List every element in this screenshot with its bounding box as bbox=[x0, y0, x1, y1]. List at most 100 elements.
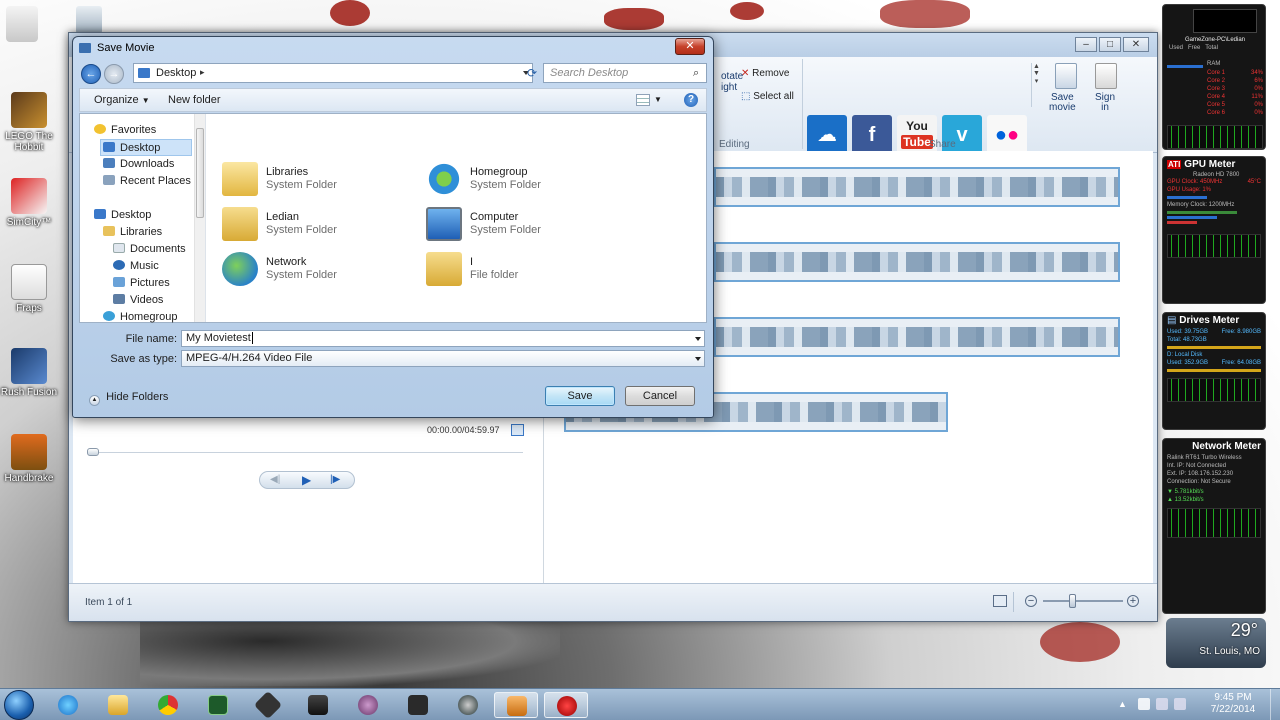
vimeo-icon: v bbox=[956, 124, 968, 146]
zoom-in-icon[interactable]: + bbox=[1127, 595, 1139, 607]
save-movie-button[interactable]: Save movie bbox=[1049, 93, 1076, 113]
seek-thumb[interactable] bbox=[87, 448, 99, 456]
minimize-button[interactable]: – bbox=[1075, 37, 1097, 52]
taskbar-app-5[interactable] bbox=[246, 690, 290, 720]
nav-pictures[interactable]: Pictures bbox=[113, 275, 170, 292]
save-as-type-select[interactable]: MPEG-4/H.264 Video File bbox=[181, 350, 705, 367]
back-button[interactable]: ← bbox=[81, 64, 101, 84]
rotate-right-button[interactable]: otate ight bbox=[721, 71, 743, 93]
file-item-ledian[interactable]: Ledian System Folder bbox=[222, 205, 412, 245]
next-frame-icon[interactable]: |▶ bbox=[330, 474, 340, 485]
flickr-share-button[interactable]: ●● bbox=[987, 115, 1027, 155]
taskbar-task-manager[interactable] bbox=[196, 692, 240, 718]
zoom-slider-thumb[interactable] bbox=[1069, 594, 1076, 608]
file-item-computer[interactable]: Computer System Folder bbox=[426, 205, 616, 245]
weather-gadget[interactable]: 29° St. Louis, MO bbox=[1166, 618, 1266, 668]
facebook-share-button[interactable]: f bbox=[852, 115, 892, 155]
file-name-input[interactable]: My Movietest bbox=[181, 330, 705, 347]
tray-volume-icon[interactable] bbox=[1174, 698, 1186, 710]
forward-button[interactable]: → bbox=[104, 64, 124, 84]
nav-libraries[interactable]: Libraries bbox=[103, 224, 162, 241]
video-clip[interactable] bbox=[714, 317, 1120, 357]
nav-music[interactable]: Music bbox=[113, 258, 159, 275]
nav-desktop-favorite[interactable]: Desktop bbox=[100, 139, 192, 156]
file-name: Homegroup bbox=[470, 166, 528, 178]
video-clip[interactable] bbox=[714, 167, 1120, 207]
maximize-button[interactable]: □ bbox=[1099, 37, 1121, 52]
desktop-icon-rush-fusion[interactable]: Rush Fusion bbox=[0, 348, 58, 398]
tray-flag-icon[interactable] bbox=[1138, 698, 1150, 710]
search-input[interactable]: Search Desktop bbox=[543, 63, 707, 83]
remove-button[interactable]: ✕ Remove bbox=[741, 68, 789, 79]
play-icon[interactable]: ▶ bbox=[302, 473, 311, 487]
share-gallery-scroll[interactable]: ▲ ▼ ▾ bbox=[1031, 63, 1041, 107]
desktop-icon-lego-hobbit[interactable]: LEGO The Hobbit bbox=[0, 92, 58, 153]
fullscreen-preview-icon[interactable] bbox=[511, 424, 524, 436]
address-breadcrumb[interactable]: Desktop bbox=[156, 67, 196, 79]
window-close-button[interactable]: ✕ bbox=[1123, 37, 1149, 52]
scrollbar-thumb[interactable] bbox=[196, 128, 204, 218]
file-item-libraries[interactable]: Libraries System Folder bbox=[222, 160, 412, 200]
desktop-icon-handbrake[interactable]: Handbrake bbox=[0, 434, 58, 484]
taskbar-clock[interactable]: 9:45 PM 7/22/2014 bbox=[1200, 692, 1266, 716]
help-icon[interactable]: ? bbox=[684, 93, 698, 107]
cancel-button[interactable]: Cancel bbox=[625, 386, 695, 406]
view-dropdown-icon[interactable]: ▼ bbox=[654, 95, 662, 104]
show-hidden-icons[interactable]: ▲ bbox=[1118, 699, 1127, 709]
ati-logo-icon: ATI bbox=[1167, 160, 1182, 169]
taskbar-app-7[interactable] bbox=[346, 692, 390, 718]
organize-button[interactable]: Organize ▼ bbox=[94, 94, 150, 106]
refresh-icon[interactable]: ⟳ bbox=[522, 63, 542, 83]
desktop-icon-top-left[interactable] bbox=[6, 6, 38, 42]
app-icon bbox=[308, 695, 328, 715]
view-options-icon[interactable] bbox=[636, 94, 650, 106]
taskbar-app-6[interactable] bbox=[296, 692, 340, 718]
hide-folders-button[interactable]: ▲ Hide Folders bbox=[89, 391, 168, 406]
onedrive-share-button[interactable]: ☁ bbox=[807, 115, 847, 155]
nav-documents[interactable]: Documents bbox=[113, 241, 186, 258]
new-folder-button[interactable]: New folder bbox=[168, 94, 221, 106]
file-name-dropdown-icon[interactable] bbox=[695, 337, 701, 341]
save-as-type-dropdown-icon[interactable] bbox=[695, 357, 701, 361]
zoom-slider[interactable] bbox=[1043, 600, 1123, 602]
select-all-button[interactable]: ⬚ Select all bbox=[741, 91, 794, 102]
nav-favorites[interactable]: Favorites bbox=[94, 122, 156, 139]
nav-recent-places[interactable]: Recent Places bbox=[103, 173, 191, 190]
taskbar-explorer[interactable] bbox=[96, 692, 140, 718]
save-button[interactable]: Save bbox=[545, 386, 615, 406]
taskbar-app-recording[interactable] bbox=[544, 692, 588, 718]
dialog-close-button[interactable]: ✕ bbox=[675, 38, 705, 55]
taskbar-steam[interactable] bbox=[446, 692, 490, 718]
taskbar-chrome[interactable] bbox=[146, 692, 190, 718]
start-button[interactable] bbox=[4, 690, 34, 720]
taskbar-internet-explorer[interactable] bbox=[46, 692, 90, 718]
show-desktop-button[interactable] bbox=[1270, 689, 1280, 720]
taskbar-app-8[interactable] bbox=[396, 692, 440, 718]
recycle-bin-icon[interactable] bbox=[76, 6, 102, 34]
previous-frame-icon[interactable]: ◀| bbox=[270, 474, 280, 485]
file-item-network[interactable]: Network System Folder bbox=[222, 250, 412, 290]
nav-homegroup[interactable]: Homegroup bbox=[103, 309, 177, 326]
file-name: I bbox=[470, 256, 474, 268]
video-clip[interactable] bbox=[714, 242, 1120, 282]
file-item-i[interactable]: I File folder bbox=[426, 250, 616, 290]
file-type: System Folder bbox=[266, 224, 337, 236]
thumbnail-size-icon[interactable] bbox=[993, 595, 1007, 607]
navigation-scrollbar[interactable] bbox=[194, 114, 205, 322]
file-item-homegroup[interactable]: Homegroup System Folder bbox=[426, 160, 616, 200]
breadcrumb-chevron-icon[interactable]: ▸ bbox=[200, 67, 205, 78]
nav-desktop[interactable]: Desktop bbox=[94, 207, 151, 224]
search-icon[interactable]: ⌕ bbox=[693, 67, 699, 80]
nav-downloads[interactable]: Downloads bbox=[103, 156, 174, 173]
tray-network-icon[interactable] bbox=[1156, 698, 1168, 710]
seek-track[interactable] bbox=[87, 452, 523, 453]
taskbar-movie-maker[interactable] bbox=[494, 692, 538, 718]
address-bar[interactable]: Desktop ▸ bbox=[133, 63, 533, 83]
zoom-out-icon[interactable]: − bbox=[1025, 595, 1037, 607]
desktop-icon-simcity[interactable]: SimCity™ bbox=[0, 178, 58, 228]
desktop-icon-fraps[interactable]: Fraps bbox=[0, 264, 58, 314]
sign-in-button[interactable]: Sign in bbox=[1095, 93, 1115, 113]
task-manager-icon bbox=[208, 695, 228, 715]
blood-splatter bbox=[1040, 622, 1120, 662]
nav-videos[interactable]: Videos bbox=[113, 292, 163, 309]
